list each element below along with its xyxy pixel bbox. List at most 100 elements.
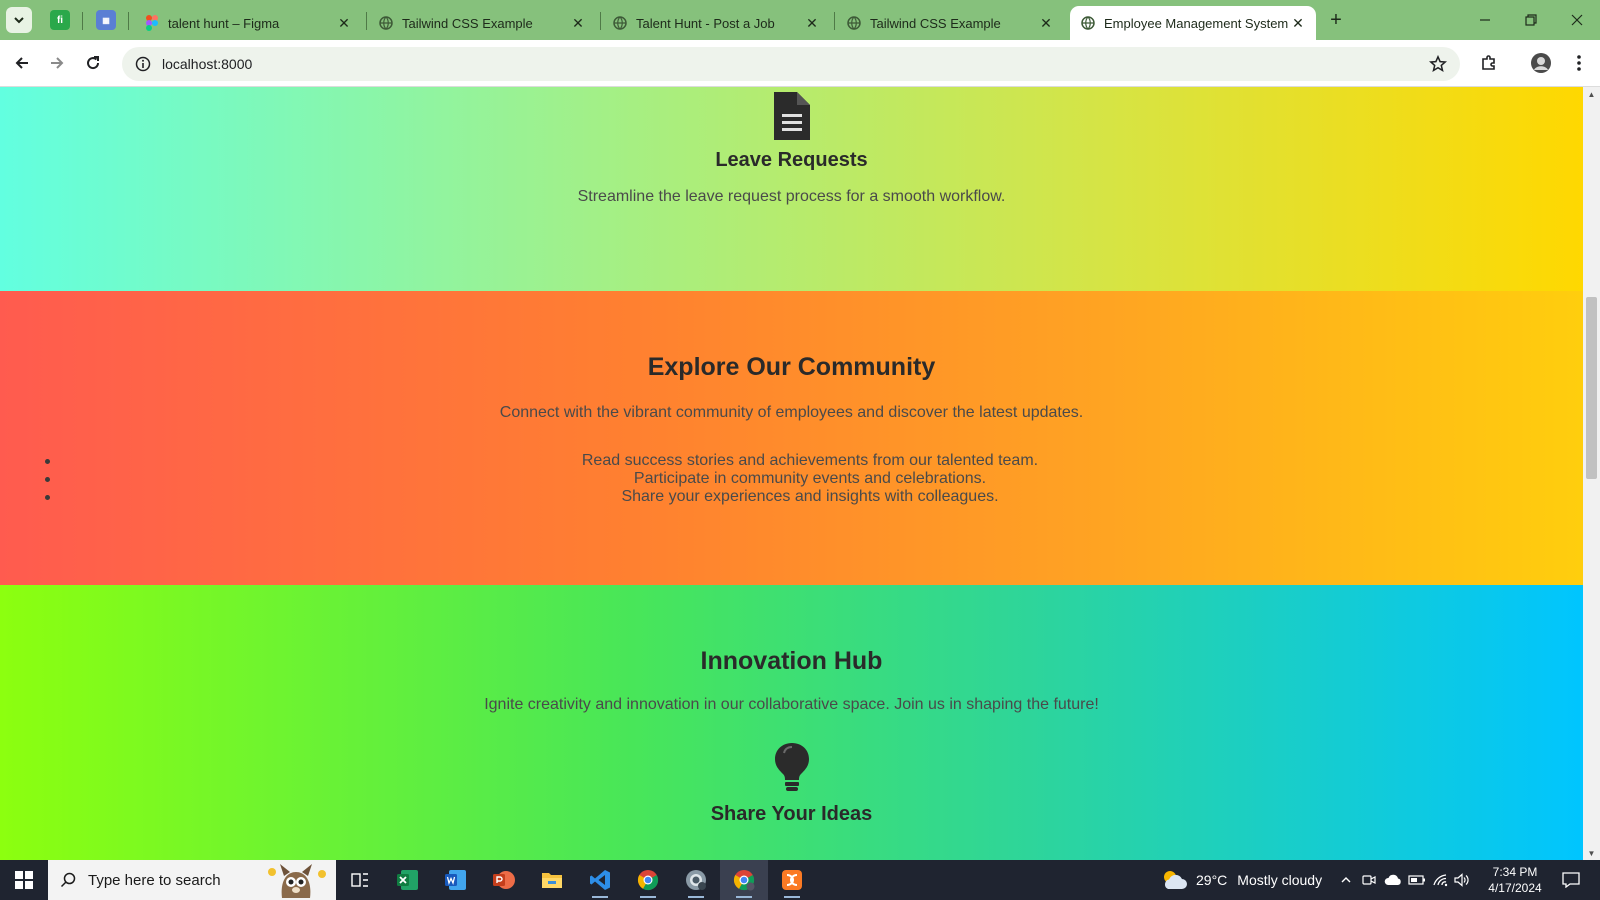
list-item: Participate in community events and cele… — [40, 470, 1540, 488]
chrome-profile-icon — [686, 870, 706, 890]
chrome-active-icon — [733, 870, 755, 891]
scroll-down-arrow-icon[interactable]: ▼ — [1583, 846, 1600, 860]
search-icon — [48, 872, 88, 888]
globe-icon — [378, 15, 394, 31]
tab-employee-management[interactable]: Employee Management System ✕ — [1070, 6, 1316, 40]
close-icon[interactable]: ✕ — [1290, 15, 1306, 31]
start-button[interactable] — [0, 860, 48, 900]
vscode-icon — [590, 870, 610, 890]
tab-talent-hunt-post[interactable]: Talent Hunt - Post a Job ✕ — [602, 6, 830, 40]
chevron-down-icon — [14, 17, 24, 24]
new-tab-button[interactable]: + — [1324, 8, 1348, 32]
weather-temperature: 29°C — [1196, 872, 1228, 888]
pinned-tab-app-icon[interactable]: fi — [50, 10, 70, 30]
task-view-button[interactable] — [336, 860, 384, 900]
battery-icon — [1408, 875, 1425, 885]
tab-figma[interactable]: talent hunt – Figma ✕ — [134, 6, 362, 40]
restore-button[interactable] — [1508, 0, 1554, 40]
excel-icon — [397, 870, 418, 890]
profile-avatar[interactable] — [1528, 50, 1554, 76]
tab-separator — [834, 12, 835, 30]
notification-center-button[interactable] — [1562, 860, 1580, 900]
notification-icon — [1562, 872, 1580, 888]
list-item: Share your experiences and insights with… — [40, 488, 1540, 506]
tray-network[interactable] — [1432, 860, 1448, 900]
tab-tailwind-1[interactable]: Tailwind CSS Example ✕ — [368, 6, 596, 40]
globe-icon — [846, 15, 862, 31]
section-title: Explore Our Community — [647, 353, 936, 381]
tab-title: talent hunt – Figma — [168, 15, 280, 31]
browser-menu-button[interactable] — [1566, 50, 1592, 76]
taskbar-excel[interactable] — [384, 860, 432, 900]
taskbar-chrome[interactable] — [624, 860, 672, 900]
bullet-icon — [45, 495, 50, 500]
extensions-button[interactable] — [1476, 50, 1502, 76]
clock-time: 7:34 PM — [1492, 865, 1538, 879]
url-text[interactable]: localhost:8000 — [162, 56, 252, 72]
minimize-button[interactable] — [1462, 0, 1508, 40]
taskbar-chrome-active[interactable] — [720, 860, 768, 900]
taskbar-chrome-profile[interactable] — [672, 860, 720, 900]
weather-widget[interactable]: 29°C Mostly cloudy — [1160, 860, 1322, 900]
close-icon[interactable]: ✕ — [1038, 15, 1054, 31]
lightbulb-icon — [775, 743, 809, 791]
taskbar-powerpoint[interactable] — [480, 860, 528, 900]
reload-button[interactable] — [80, 50, 106, 76]
speaker-icon — [1454, 873, 1469, 887]
scroll-up-arrow-icon[interactable]: ▲ — [1583, 87, 1600, 101]
xampp-icon — [782, 870, 802, 890]
minimize-icon — [1480, 19, 1490, 21]
show-hidden-icons-button[interactable] — [1340, 860, 1352, 900]
bookmark-star-icon[interactable] — [1428, 54, 1448, 74]
close-icon[interactable]: ✕ — [804, 15, 820, 31]
vertical-scrollbar[interactable]: ▲ ▼ — [1583, 87, 1600, 860]
taskbar-clock[interactable]: 7:34 PM 4/17/2024 — [1474, 864, 1556, 896]
back-button[interactable] — [9, 50, 35, 76]
feature-title: Share Your Ideas — [710, 803, 873, 825]
list-item: Read success stories and achievements fr… — [40, 452, 1540, 470]
arrow-right-icon — [51, 57, 64, 69]
feature-title: Leave Requests — [715, 149, 868, 171]
windows-logo-icon — [15, 871, 33, 889]
page-viewport: Leave Requests Streamline the leave requ… — [0, 87, 1600, 860]
bullet-icon — [45, 459, 50, 464]
taskbar-word[interactable] — [432, 860, 480, 900]
pinned-tab-report-icon[interactable]: ▦ — [96, 10, 116, 30]
scrollbar-thumb[interactable] — [1586, 297, 1597, 479]
tab-tailwind-2[interactable]: Tailwind CSS Example ✕ — [836, 6, 1064, 40]
tab-separator — [600, 12, 601, 30]
tab-separator — [128, 12, 129, 30]
globe-icon — [1080, 15, 1096, 31]
file-explorer-icon — [542, 873, 562, 888]
address-bar[interactable]: localhost:8000 — [122, 47, 1460, 81]
tray-volume[interactable] — [1454, 860, 1470, 900]
search-highlight-mascot-icon — [268, 864, 326, 898]
forward-button[interactable] — [44, 50, 70, 76]
close-icon[interactable]: ✕ — [336, 15, 352, 31]
taskbar-search-box[interactable]: Type here to search — [48, 860, 336, 900]
wifi-icon — [1433, 874, 1448, 887]
bullet-icon — [45, 477, 50, 482]
community-list: Read success stories and achievements fr… — [40, 452, 1540, 506]
clock-date: 4/17/2024 — [1488, 881, 1542, 895]
more-vertical-icon — [1577, 55, 1581, 71]
reload-icon — [87, 56, 100, 70]
close-icon — [1571, 14, 1583, 26]
tab-title: Employee Management System — [1104, 15, 1289, 31]
chrome-icon — [637, 870, 659, 891]
close-window-button[interactable] — [1554, 0, 1600, 40]
tray-battery[interactable] — [1408, 860, 1426, 900]
section-subtitle: Connect with the vibrant community of em… — [499, 404, 1084, 421]
site-info-icon[interactable] — [128, 56, 158, 72]
tray-meet-now[interactable] — [1362, 860, 1376, 900]
section-subtitle: Ignite creativity and innovation in our … — [484, 696, 1099, 713]
taskbar-xampp[interactable] — [768, 860, 816, 900]
close-icon[interactable]: ✕ — [570, 15, 586, 31]
taskbar-vscode[interactable] — [576, 860, 624, 900]
tab-search-button[interactable] — [6, 7, 32, 33]
search-placeholder: Type here to search — [88, 871, 221, 889]
onedrive-cloud-icon — [1384, 874, 1401, 885]
tray-onedrive[interactable] — [1384, 860, 1402, 900]
restore-icon — [1525, 14, 1537, 26]
taskbar-file-explorer[interactable] — [528, 860, 576, 900]
